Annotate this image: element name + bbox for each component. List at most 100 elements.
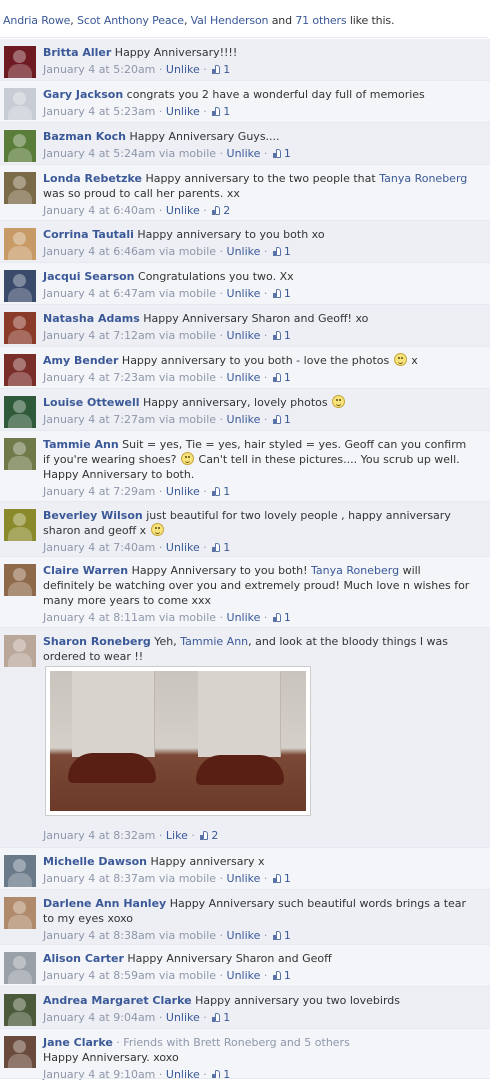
comment-timestamp[interactable]: January 4 at 5:23am <box>43 105 155 118</box>
unlike-button[interactable]: Unlike <box>227 371 261 384</box>
comment-timestamp[interactable]: January 4 at 5:20am <box>43 63 155 76</box>
comment-author-link[interactable]: Corrina Tautali <box>43 228 134 241</box>
comment-timestamp[interactable]: January 4 at 8:37am <box>43 872 155 885</box>
avatar[interactable] <box>4 130 36 162</box>
comment-timestamp[interactable]: January 4 at 8:11am <box>43 611 155 624</box>
thumbs-up-icon[interactable] <box>272 331 282 340</box>
like-count[interactable]: 1 <box>284 371 291 384</box>
thumbs-up-icon[interactable] <box>272 971 282 980</box>
unlike-button[interactable]: Unlike <box>166 63 200 76</box>
comment-timestamp[interactable]: January 4 at 8:32am <box>43 829 155 842</box>
like-count[interactable]: 1 <box>284 329 291 342</box>
thumbs-up-icon[interactable] <box>272 613 282 622</box>
thumbs-up-icon[interactable] <box>212 1013 221 1022</box>
comment-timestamp[interactable]: January 4 at 7:40am <box>43 541 155 554</box>
avatar[interactable] <box>4 897 36 929</box>
comment-author-link[interactable]: Tammie Ann <box>43 438 119 451</box>
like-count[interactable]: 2 <box>211 829 218 842</box>
unlike-button[interactable]: Unlike <box>166 204 200 217</box>
unlike-button[interactable]: Unlike <box>227 413 261 426</box>
thumbs-up-icon[interactable] <box>272 373 282 382</box>
like-count[interactable]: 1 <box>284 147 291 160</box>
comment-timestamp[interactable]: January 4 at 9:10am <box>43 1068 155 1081</box>
avatar[interactable] <box>4 509 36 541</box>
comment-author-link[interactable]: Bazman Koch <box>43 130 126 143</box>
avatar[interactable] <box>4 354 36 386</box>
comment-author-link[interactable]: Britta Aller <box>43 46 111 59</box>
comment-author-link[interactable]: Andrea Margaret Clarke <box>43 994 192 1007</box>
unlike-button[interactable]: Unlike <box>227 969 261 982</box>
avatar[interactable] <box>4 994 36 1026</box>
like-count[interactable]: 1 <box>223 1011 230 1024</box>
unlike-button[interactable]: Unlike <box>227 287 261 300</box>
unlike-button[interactable]: Unlike <box>166 1011 200 1024</box>
like-count[interactable]: 1 <box>223 1068 230 1081</box>
avatar[interactable] <box>4 172 36 204</box>
like-count[interactable]: 1 <box>284 413 291 426</box>
thumbs-up-icon[interactable] <box>212 206 221 215</box>
comment-author-link[interactable]: Amy Bender <box>43 354 118 367</box>
liker-link[interactable]: Scot Anthony Peace <box>77 14 184 27</box>
avatar[interactable] <box>4 46 36 78</box>
avatar[interactable] <box>4 1036 36 1068</box>
unlike-button[interactable]: Unlike <box>227 611 261 624</box>
comment-timestamp[interactable]: January 4 at 6:46am <box>43 245 155 258</box>
thumbs-up-icon[interactable] <box>212 65 221 74</box>
like-count[interactable]: 1 <box>223 63 230 76</box>
comment-author-link[interactable]: Alison Carter <box>43 952 124 965</box>
thumbs-up-icon[interactable] <box>272 931 282 940</box>
comment-author-link[interactable]: Natasha Adams <box>43 312 140 325</box>
unlike-button[interactable]: Unlike <box>227 329 261 342</box>
unlike-button[interactable]: Unlike <box>227 872 261 885</box>
like-count[interactable]: 1 <box>284 872 291 885</box>
avatar[interactable] <box>4 564 36 596</box>
unlike-button[interactable]: Unlike <box>166 541 200 554</box>
like-count[interactable]: 1 <box>284 969 291 982</box>
comment-timestamp[interactable]: January 4 at 7:27am <box>43 413 155 426</box>
thumbs-up-icon[interactable] <box>212 543 221 552</box>
liker-link[interactable]: Val Henderson <box>191 14 269 27</box>
comment-author-link[interactable]: Darlene Ann Hanley <box>43 897 166 910</box>
like-count[interactable]: 1 <box>284 245 291 258</box>
comment-author-link[interactable]: Louise Ottewell <box>43 396 140 409</box>
avatar[interactable] <box>4 855 36 887</box>
comment-author-link[interactable]: Londa Rebetzke <box>43 172 142 185</box>
comment-author-link[interactable]: Gary Jackson <box>43 88 123 101</box>
like-count[interactable]: 1 <box>284 611 291 624</box>
thumbs-up-icon[interactable] <box>272 247 282 256</box>
thumbs-up-icon[interactable] <box>212 487 221 496</box>
mentioned-user-link[interactable]: Tanya Roneberg <box>311 564 399 577</box>
comment-timestamp[interactable]: January 4 at 7:29am <box>43 485 155 498</box>
unlike-button[interactable]: Unlike <box>166 1068 200 1081</box>
comment-timestamp[interactable]: January 4 at 6:47am <box>43 287 155 300</box>
avatar[interactable] <box>4 88 36 120</box>
unlike-button[interactable]: Unlike <box>227 245 261 258</box>
like-count[interactable]: 1 <box>223 485 230 498</box>
comment-timestamp[interactable]: January 4 at 8:38am <box>43 929 155 942</box>
thumbs-up-icon[interactable] <box>200 831 209 840</box>
comment-author-link[interactable]: Jacqui Searson <box>43 270 135 283</box>
liker-link[interactable]: Andria Rowe <box>3 14 70 27</box>
unlike-button[interactable]: Unlike <box>166 485 200 498</box>
comment-author-link[interactable]: Michelle Dawson <box>43 855 147 868</box>
avatar[interactable] <box>4 635 36 667</box>
likes-others-link[interactable]: 71 others <box>295 14 346 27</box>
thumbs-up-icon[interactable] <box>272 874 282 883</box>
thumbs-up-icon[interactable] <box>272 149 282 158</box>
unlike-button[interactable]: Unlike <box>227 147 261 160</box>
mentioned-user-link[interactable]: Tanya Roneberg <box>379 172 467 185</box>
comment-timestamp[interactable]: January 4 at 7:12am <box>43 329 155 342</box>
like-button[interactable]: Like <box>166 829 188 842</box>
like-count[interactable]: 1 <box>223 541 230 554</box>
thumbs-up-icon[interactable] <box>272 289 282 298</box>
like-count[interactable]: 1 <box>284 929 291 942</box>
unlike-button[interactable]: Unlike <box>166 105 200 118</box>
comment-timestamp[interactable]: January 4 at 5:24am <box>43 147 155 160</box>
comment-author-link[interactable]: Claire Warren <box>43 564 128 577</box>
comment-author-link[interactable]: Sharon Roneberg <box>43 635 151 648</box>
like-count[interactable]: 1 <box>223 105 230 118</box>
comment-timestamp[interactable]: January 4 at 6:40am <box>43 204 155 217</box>
mentioned-user-link[interactable]: Tammie Ann <box>180 635 248 648</box>
like-count[interactable]: 1 <box>284 287 291 300</box>
unlike-button[interactable]: Unlike <box>227 929 261 942</box>
